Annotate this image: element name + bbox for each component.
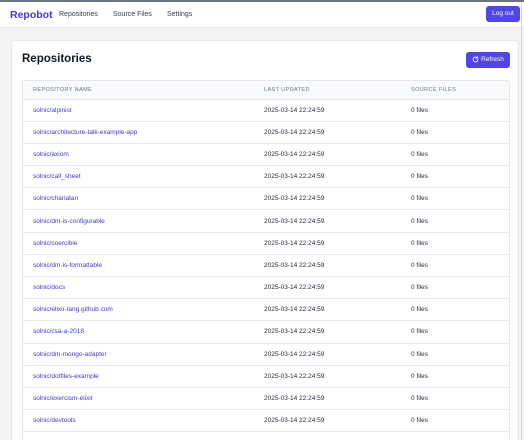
- table-row: solnic/alpinist 2025-03-14 22:24:59 0 file…: [23, 99, 509, 122]
- source-files-cell: 0 files: [401, 209, 509, 233]
- source-files-cell: 0 files: [401, 121, 509, 144]
- source-files-cell: 0 files: [401, 343, 509, 366]
- last-updated-cell: 2025-03-14 22:24:59: [254, 343, 401, 366]
- source-files-cell: 0 files: [401, 298, 509, 322]
- repository-name-cell: solnic/dm-is-formattable: [23, 254, 254, 278]
- repository-name-cell: solnic/dotfiles-example: [23, 365, 254, 388]
- table-row: solnic/charlatan 2025-03-14 22:24:59 0 fil…: [23, 187, 509, 211]
- repository-link[interactable]: solnic/architecture-talk-example-app: [33, 129, 137, 136]
- table-row: solnic/dotfiles-example 2025-03-14 22:24:…: [23, 365, 509, 388]
- table-row: solnic/architecture-talk-example-app 2025…: [23, 121, 509, 144]
- repository-link[interactable]: solnic/csa-a-2018: [33, 328, 84, 335]
- table-row: solnic/axiom 2025-03-14 22:24:59 0 files: [23, 143, 509, 167]
- repository-link[interactable]: solnic/dotfiles-example: [33, 373, 99, 380]
- repository-link[interactable]: solnic/dm-is-configurable: [33, 218, 105, 225]
- table-row: solnic/docs 2025-03-14 22:24:59 0 files: [23, 276, 509, 300]
- top-navbar: Repobot Repositories Source Files Settin…: [0, 2, 524, 28]
- last-updated-cell: 2025-03-14 22:24:59: [254, 232, 401, 255]
- repository-name-cell: solnic/docs: [23, 276, 254, 300]
- column-header-last-updated: LAST UPDATED: [254, 81, 401, 100]
- table-row: solnic/devtools 2025-03-14 22:24:59 0 file…: [23, 409, 509, 433]
- last-updated-cell: 2025-03-14 22:24:59: [254, 254, 401, 278]
- source-files-cell: 0 files: [401, 320, 509, 344]
- source-files-cell: 0 files: [401, 187, 509, 211]
- repository-name-cell: solnic/elixir-lang.github.com: [23, 298, 254, 322]
- last-updated-cell: 2025-03-14 22:24:59: [254, 387, 401, 411]
- repositories-table: REPOSITORY NAME LAST UPDATED SOURCE FILE…: [23, 81, 509, 433]
- last-updated-cell: 2025-03-14 22:24:59: [254, 143, 401, 167]
- repository-name-cell: solnic/axiom: [23, 143, 254, 167]
- repositories-card: Repositories Refresh REPOSITORY NAME LAS…: [11, 40, 519, 440]
- source-files-cell: 0 files: [401, 365, 509, 388]
- repository-name-cell: solnic/devtools: [23, 409, 254, 433]
- repository-name-cell: solnic/architecture-talk-example-app: [23, 121, 254, 144]
- table-row: solnic/dm-mongo-adapter 2025-03-14 22:24:…: [23, 343, 509, 366]
- logout-button[interactable]: Log out: [486, 6, 520, 22]
- page-title: Repositories: [22, 53, 92, 65]
- table-row: solnic/exercism-elixir 2025-03-14 22:24:5…: [23, 387, 509, 411]
- repository-name-cell: solnic/call_sheet: [23, 165, 254, 189]
- repositories-table-container: REPOSITORY NAME LAST UPDATED SOURCE FILE…: [22, 80, 510, 440]
- source-files-cell: 0 files: [401, 409, 509, 433]
- repository-link[interactable]: solnic/axiom: [33, 151, 69, 158]
- refresh-label: Refresh: [481, 56, 504, 63]
- source-files-cell: 0 files: [401, 254, 509, 278]
- nav-link-repositories[interactable]: Repositories: [59, 11, 98, 18]
- column-header-source-files: SOURCE FILES: [401, 81, 509, 100]
- repository-name-cell: solnic/dm-mongo-adapter: [23, 343, 254, 366]
- table-row: solnic/call_sheet 2025-03-14 22:24:59 0 fi…: [23, 165, 509, 189]
- scrollbar-track[interactable]: [521, 2, 522, 440]
- nav-link-source-files[interactable]: Source Files: [113, 11, 152, 18]
- table-row: solnic/elixir-lang.github.com 2025-03-14 …: [23, 298, 509, 322]
- repository-link[interactable]: solnic/devtools: [33, 417, 76, 424]
- repository-link[interactable]: solnic/call_sheet: [33, 173, 81, 180]
- repository-name-cell: solnic/alpinist: [23, 99, 254, 122]
- source-files-cell: 0 files: [401, 276, 509, 300]
- nav-link-settings[interactable]: Settings: [167, 11, 192, 18]
- last-updated-cell: 2025-03-14 22:24:59: [254, 409, 401, 433]
- last-updated-cell: 2025-03-14 22:24:59: [254, 320, 401, 344]
- last-updated-cell: 2025-03-14 22:24:59: [254, 276, 401, 300]
- table-row: solnic/coercible 2025-03-14 22:24:59 0 fil…: [23, 232, 509, 255]
- last-updated-cell: 2025-03-14 22:24:59: [254, 365, 401, 388]
- repository-name-cell: solnic/dm-is-configurable: [23, 209, 254, 233]
- last-updated-cell: 2025-03-14 22:24:59: [254, 209, 401, 233]
- repository-link[interactable]: solnic/elixir-lang.github.com: [33, 306, 113, 313]
- table-row: solnic/dm-is-formattable 2025-03-14 22:24…: [23, 254, 509, 278]
- repository-link[interactable]: solnic/alpinist: [33, 107, 72, 114]
- repository-name-cell: solnic/charlatan: [23, 187, 254, 211]
- repository-name-cell: solnic/coercible: [23, 232, 254, 255]
- last-updated-cell: 2025-03-14 22:24:59: [254, 298, 401, 322]
- last-updated-cell: 2025-03-14 22:24:59: [254, 99, 401, 122]
- repository-name-cell: solnic/csa-a-2018: [23, 320, 254, 344]
- refresh-button[interactable]: Refresh: [466, 52, 510, 68]
- brand-logo[interactable]: Repobot: [10, 9, 53, 21]
- source-files-cell: 0 files: [401, 165, 509, 189]
- repository-link[interactable]: solnic/dm-is-formattable: [33, 262, 102, 269]
- last-updated-cell: 2025-03-14 22:24:59: [254, 165, 401, 189]
- repository-link[interactable]: solnic/coercible: [33, 240, 77, 247]
- last-updated-cell: 2025-03-14 22:24:59: [254, 187, 401, 211]
- repository-link[interactable]: solnic/dm-mongo-adapter: [33, 351, 107, 358]
- table-row: solnic/dm-is-configurable 2025-03-14 22:2…: [23, 209, 509, 233]
- last-updated-cell: 2025-03-14 22:24:59: [254, 121, 401, 144]
- repository-link[interactable]: solnic/docs: [33, 284, 65, 291]
- repository-link[interactable]: solnic/exercism-elixir: [33, 395, 93, 402]
- repository-link[interactable]: solnic/charlatan: [33, 195, 78, 202]
- table-row: solnic/csa-a-2018 2025-03-14 22:24:59 0 fi…: [23, 320, 509, 344]
- column-header-repository-name: REPOSITORY NAME: [23, 81, 254, 100]
- source-files-cell: 0 files: [401, 99, 509, 122]
- source-files-cell: 0 files: [401, 387, 509, 411]
- refresh-icon: [472, 56, 479, 63]
- table-header-row: REPOSITORY NAME LAST UPDATED SOURCE FILE…: [23, 81, 509, 100]
- source-files-cell: 0 files: [401, 143, 509, 167]
- source-files-cell: 0 files: [401, 232, 509, 255]
- repository-name-cell: solnic/exercism-elixir: [23, 387, 254, 411]
